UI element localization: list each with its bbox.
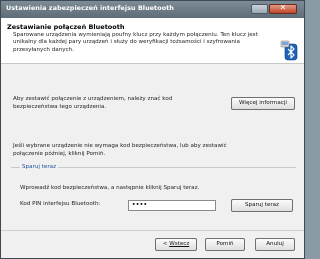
cancel-button[interactable]: Anuluj (255, 238, 295, 251)
bluetooth-security-dialog: Ustawienia zabezpieczeń interfejsu Bluet… (0, 0, 305, 259)
back-button[interactable]: < Wstecz (155, 238, 197, 251)
back-button-label: Wstecz (169, 241, 190, 247)
more-info-button[interactable]: Więcej informacji (231, 97, 295, 110)
pin-label: Kod PIN interfejsu Bluetooth: (20, 201, 101, 207)
dialog-header: Zestawianie połączeń Bluetooth Sparowane… (1, 18, 304, 64)
skip-button[interactable]: Pomiń (205, 238, 245, 251)
close-button[interactable]: ✕ (269, 3, 297, 14)
pin-input[interactable]: •••• (128, 200, 216, 211)
pair-now-group-label: Sparuj teraz (20, 164, 59, 170)
pair-now-button[interactable]: Sparuj teraz (231, 199, 293, 212)
footer-separator (1, 230, 304, 231)
bluetooth-icon (280, 40, 298, 61)
title-bar[interactable]: Ustawienia zabezpieczeń interfejsu Bluet… (1, 1, 304, 18)
skip-info-text: Jeśli wybrane urządzenie nie wymaga kod … (13, 143, 227, 157)
pair-now-group (11, 167, 296, 224)
pair-instruction-text: Wprowadź kod bezpieczeństwa, a następnie… (20, 185, 200, 191)
header-title: Zestawianie połączeń Bluetooth (7, 23, 125, 31)
header-description: Sparowane urządzenia wymieniają poufny k… (13, 32, 258, 53)
security-code-info-text: Aby zestawić połączenie z urządzeniem, n… (13, 96, 173, 110)
window-title: Ustawienia zabezpieczeń interfejsu Bluet… (6, 4, 174, 12)
close-icon: ✕ (279, 3, 287, 12)
minimize-button[interactable] (251, 4, 268, 14)
